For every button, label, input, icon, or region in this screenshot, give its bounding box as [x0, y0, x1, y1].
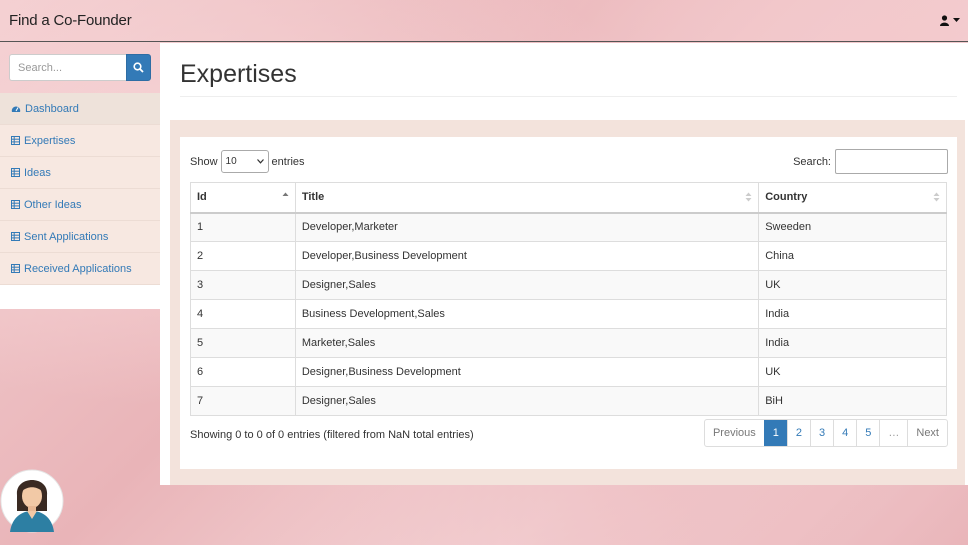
table-card: Show 10 entries Search: Id Title Country… — [180, 137, 957, 469]
cell-id: 5 — [190, 328, 296, 358]
table-header-row: Id Title Country — [190, 182, 947, 214]
chevron-down-icon — [256, 159, 264, 164]
table-search-input[interactable] — [835, 149, 948, 174]
table-controls: Show 10 entries Search: — [190, 149, 948, 174]
table-panel: Show 10 entries Search: Id Title Country… — [170, 120, 965, 485]
cell-id: 1 — [190, 212, 296, 242]
pagination-page-5[interactable]: 5 — [856, 420, 879, 446]
entries-length: Show 10 entries — [190, 150, 305, 173]
dashboard-icon — [11, 106, 21, 112]
cell-id: 6 — [190, 357, 296, 387]
table-row: 7 Designer,Sales BiH — [190, 386, 947, 416]
sort-both-icon — [745, 192, 752, 202]
table-icon — [11, 264, 20, 273]
table-row: 5 Marketer,Sales India — [190, 328, 947, 358]
pagination-ellipsis: … — [879, 420, 907, 446]
cell-country: China — [758, 241, 947, 271]
app-title[interactable]: Find a Co-Founder — [9, 12, 132, 29]
column-header-id[interactable]: Id — [190, 182, 296, 214]
cell-title: Developer,Business Development — [294, 241, 760, 271]
sidebar-item-label: Received Applications — [24, 262, 132, 275]
entries-select[interactable]: 10 — [220, 150, 269, 173]
pagination-page-1[interactable]: 1 — [763, 420, 787, 446]
table-search-label: Search: — [793, 155, 831, 168]
sidebar-item-label: Expertises — [24, 134, 76, 147]
cell-title: Designer,Sales — [294, 386, 760, 416]
table-filter: Search: — [793, 149, 948, 174]
main-content: Expertises Show 10 entries Search: Id Ti… — [160, 43, 968, 485]
sidebar-item-expertises[interactable]: Expertises — [0, 125, 160, 157]
sidebar-item-ideas[interactable]: Ideas — [0, 157, 160, 189]
cell-title: Marketer,Sales — [294, 328, 760, 358]
pagination-next[interactable]: Next — [907, 420, 947, 446]
cell-title: Developer,Marketer — [294, 212, 760, 242]
table-row: 4 Business Development,Sales India — [190, 299, 947, 329]
cell-country: India — [758, 299, 947, 329]
cell-country: BiH — [758, 386, 947, 416]
sort-asc-icon — [282, 192, 289, 196]
sidebar-item-received-applications[interactable]: Received Applications — [0, 253, 160, 285]
expertises-table: Id Title Country 1 Developer,Marketer Sw… — [190, 182, 947, 416]
user-icon — [940, 15, 949, 26]
avatar — [0, 469, 64, 533]
sidebar-item-label: Sent Applications — [24, 230, 109, 243]
cell-country: UK — [758, 357, 947, 387]
cell-title: Designer,Business Development — [294, 357, 760, 387]
cell-title: Designer,Sales — [294, 270, 760, 300]
page-title: Expertises — [180, 60, 297, 88]
user-menu[interactable] — [940, 15, 960, 26]
table-row: 3 Designer,Sales UK — [190, 270, 947, 300]
sidebar-spacer — [0, 285, 160, 309]
cell-id: 4 — [190, 299, 296, 329]
cell-title: Business Development,Sales — [294, 299, 760, 329]
table-info: Showing 0 to 0 of 0 entries (filtered fr… — [190, 429, 474, 441]
sidebar-item-label: Other Ideas — [24, 198, 82, 211]
sidebar-item-other-ideas[interactable]: Other Ideas — [0, 189, 160, 221]
cell-country: UK — [758, 270, 947, 300]
table-icon — [11, 200, 20, 209]
table-row: 1 Developer,Marketer Sweeden — [190, 212, 947, 242]
entries-label: entries — [271, 155, 305, 168]
title-divider — [180, 96, 957, 97]
table-row: 6 Designer,Business Development UK — [190, 357, 947, 387]
cell-id: 3 — [190, 270, 296, 300]
column-header-country[interactable]: Country — [758, 182, 947, 214]
sidebar-search-button[interactable] — [126, 54, 151, 81]
pagination: Previous 1 2 3 4 5 … Next — [703, 419, 948, 447]
caret-down-icon — [953, 18, 960, 22]
sidebar-item-label: Ideas — [24, 166, 51, 179]
sidebar-nav: Dashboard Expertises Ideas Other Ideas S… — [0, 93, 160, 285]
sidebar-search-input[interactable] — [9, 54, 126, 81]
table-icon — [11, 232, 20, 241]
pagination-previous[interactable]: Previous — [705, 420, 764, 446]
sort-both-icon — [933, 192, 940, 202]
cell-id: 7 — [190, 386, 296, 416]
top-navbar: Find a Co-Founder — [0, 0, 968, 42]
sidebar-item-sent-applications[interactable]: Sent Applications — [0, 221, 160, 253]
show-label: Show — [190, 155, 218, 168]
table-icon — [11, 136, 20, 145]
sidebar-item-dashboard[interactable]: Dashboard — [0, 93, 160, 125]
sidebar-search — [0, 43, 160, 93]
column-header-title[interactable]: Title — [294, 182, 760, 214]
cell-country: India — [758, 328, 947, 358]
cell-country: Sweeden — [758, 212, 947, 242]
table-row: 2 Developer,Business Development China — [190, 241, 947, 271]
cell-id: 2 — [190, 241, 296, 271]
table-icon — [11, 168, 20, 177]
pagination-page-4[interactable]: 4 — [833, 420, 856, 446]
search-icon — [133, 62, 144, 73]
pagination-page-2[interactable]: 2 — [786, 420, 810, 446]
sidebar: Dashboard Expertises Ideas Ot — [0, 43, 160, 309]
sidebar-item-label: Dashboard — [25, 102, 79, 115]
pagination-page-3[interactable]: 3 — [810, 420, 833, 446]
entries-value: 10 — [225, 156, 237, 167]
